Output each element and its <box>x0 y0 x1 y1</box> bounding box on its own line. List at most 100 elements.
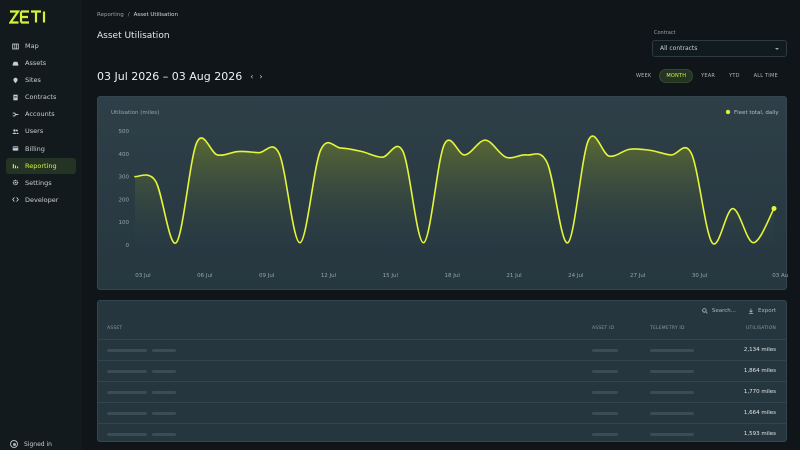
asset-name-placeholder <box>107 370 147 373</box>
telemetry-id-placeholder <box>650 370 694 373</box>
x-tick-label: 03 Aug <box>772 273 788 279</box>
sidebar-item-accounts[interactable]: Accounts <box>6 106 76 122</box>
utilisation-chart-card: Utilisation (miles) Fleet total, daily 0… <box>97 96 788 290</box>
tab-month[interactable]: MONTH <box>659 69 694 83</box>
contract-label: Contract <box>654 30 676 36</box>
telemetry-id-placeholder <box>650 412 694 415</box>
sidebar-item-users[interactable]: Users <box>6 123 76 139</box>
contract-select[interactable]: All contracts <box>652 40 787 57</box>
pin-icon <box>12 77 19 84</box>
export-button[interactable]: Export <box>748 308 776 314</box>
header-asset[interactable]: ASSET <box>107 326 122 331</box>
breadcrumb: Reporting / Asset Utilisation <box>97 12 178 18</box>
sidebar-item-label: Contracts <box>25 93 57 102</box>
tab-all-time[interactable]: ALL TIME <box>748 69 784 83</box>
asset-id-placeholder <box>592 391 618 394</box>
y-tick-label: 100 <box>119 220 130 226</box>
search-label: Search... <box>711 308 736 314</box>
sidebar-item-label: Assets <box>25 59 47 68</box>
download-icon <box>748 308 754 314</box>
table-row[interactable]: 1,664 miles <box>98 402 786 423</box>
bar-chart-icon <box>12 162 19 169</box>
table-row[interactable]: 1,864 miles <box>98 360 786 381</box>
asset-name-placeholder <box>107 349 147 352</box>
telemetry-id-placeholder <box>650 433 694 436</box>
sidebar-item-label: Settings <box>25 178 52 187</box>
sidebar-item-label: Sites <box>25 76 41 85</box>
chevron-right-icon[interactable]: › <box>259 72 262 81</box>
x-tick-label: 27 Jul <box>630 273 646 279</box>
asset-name-placeholder <box>107 412 147 415</box>
sidebar-item-contracts[interactable]: Contracts <box>6 89 76 105</box>
x-tick-label: 21 Jul <box>506 273 522 279</box>
table-header: ASSET ASSET ID TELEMETRY ID UTILISATION <box>98 323 786 337</box>
x-tick-label: 03 Jul <box>135 273 151 279</box>
sidebar-item-settings[interactable]: Settings <box>6 175 76 191</box>
period-tabs: WEEK MONTH YEAR YTD ALL TIME <box>630 69 784 83</box>
asset-id-placeholder <box>592 370 618 373</box>
card-icon <box>12 145 19 152</box>
sidebar-item-label: Users <box>25 127 44 136</box>
utilisation-value: 1,593 miles <box>743 431 776 437</box>
x-tick-label: 09 Jul <box>259 273 275 279</box>
x-tick-label: 12 Jul <box>321 273 337 279</box>
user-icon <box>10 440 18 448</box>
header-asset-id[interactable]: ASSET ID <box>592 326 614 331</box>
chevron-down-icon <box>775 47 779 50</box>
tab-year[interactable]: YEAR <box>695 69 721 83</box>
search-control[interactable]: Search... <box>702 308 736 314</box>
y-axis-label: Utilisation (miles) <box>111 110 159 116</box>
zeti-logo[interactable] <box>9 10 53 24</box>
sidebar: Map Assets Sites Contracts Accounts Users Bill… <box>0 0 82 450</box>
code-icon <box>12 196 19 203</box>
sidebar-item-label: Reporting <box>25 161 57 170</box>
sidebar-item-map[interactable]: Map <box>6 38 76 54</box>
header-utilisation[interactable]: UTILISATION <box>746 326 776 331</box>
sidebar-item-assets[interactable]: Assets <box>6 55 76 71</box>
tab-ytd[interactable]: YTD <box>723 69 746 83</box>
users-icon <box>12 128 19 135</box>
tab-week[interactable]: WEEK <box>630 69 657 83</box>
chevron-left-icon[interactable]: ‹ <box>250 72 253 81</box>
date-range-label: 03 Jul 2026 – 03 Aug 2026 <box>97 70 243 83</box>
utilisation-value: 1,664 miles <box>743 410 776 416</box>
table-row[interactable]: 1,593 miles <box>98 423 786 444</box>
sidebar-item-reporting[interactable]: Reporting <box>6 157 76 174</box>
page-title: Asset Utilisation <box>97 31 170 41</box>
x-tick-label: 06 Jul <box>197 273 213 279</box>
sidebar-item-developer[interactable]: Developer <box>6 192 76 208</box>
accounts-icon <box>12 111 19 118</box>
utilisation-value: 1,864 miles <box>743 368 776 374</box>
chart-legend: Fleet total, daily <box>725 109 779 116</box>
asset-table: Search... Export ASSET ASSET ID TELEMETR… <box>97 300 787 442</box>
search-icon <box>702 308 708 314</box>
table-row[interactable]: 1,770 miles <box>98 381 786 402</box>
telemetry-id-placeholder <box>650 349 694 352</box>
header-telemetry-id[interactable]: TELEMETRY ID <box>650 326 685 331</box>
asset-sub-placeholder <box>152 370 176 373</box>
y-tick-label: 0 <box>126 243 130 249</box>
utilisation-chart: Utilisation (miles) Fleet total, daily 0… <box>111 109 788 279</box>
sidebar-nav: Map Assets Sites Contracts Accounts Users Bill… <box>6 38 76 209</box>
y-tick-label: 200 <box>119 197 130 203</box>
series-endpoint[interactable] <box>771 206 777 212</box>
x-tick-label: 18 Jul <box>444 273 460 279</box>
asset-sub-placeholder <box>152 433 176 436</box>
export-label: Export <box>757 308 776 314</box>
sidebar-item-sites[interactable]: Sites <box>6 72 76 88</box>
table-toolbar: Search... Export <box>702 308 776 314</box>
sidebar-item-billing[interactable]: Billing <box>6 141 76 157</box>
asset-sub-placeholder <box>152 349 176 352</box>
breadcrumb-separator: / <box>127 12 130 18</box>
date-range: 03 Jul 2026 – 03 Aug 2026 ‹ › <box>97 70 263 83</box>
asset-sub-placeholder <box>152 412 176 415</box>
table-row[interactable]: 2,134 miles <box>98 339 786 360</box>
asset-id-placeholder <box>592 433 618 436</box>
sidebar-item-label: Billing <box>25 144 45 153</box>
asset-id-placeholder <box>592 349 618 352</box>
legend-swatch <box>725 109 731 115</box>
map-icon <box>12 43 19 50</box>
breadcrumb-root[interactable]: Reporting <box>97 12 124 18</box>
signed-in-indicator[interactable]: Signed in <box>10 440 52 448</box>
x-tick-label: 15 Jul <box>383 273 399 279</box>
